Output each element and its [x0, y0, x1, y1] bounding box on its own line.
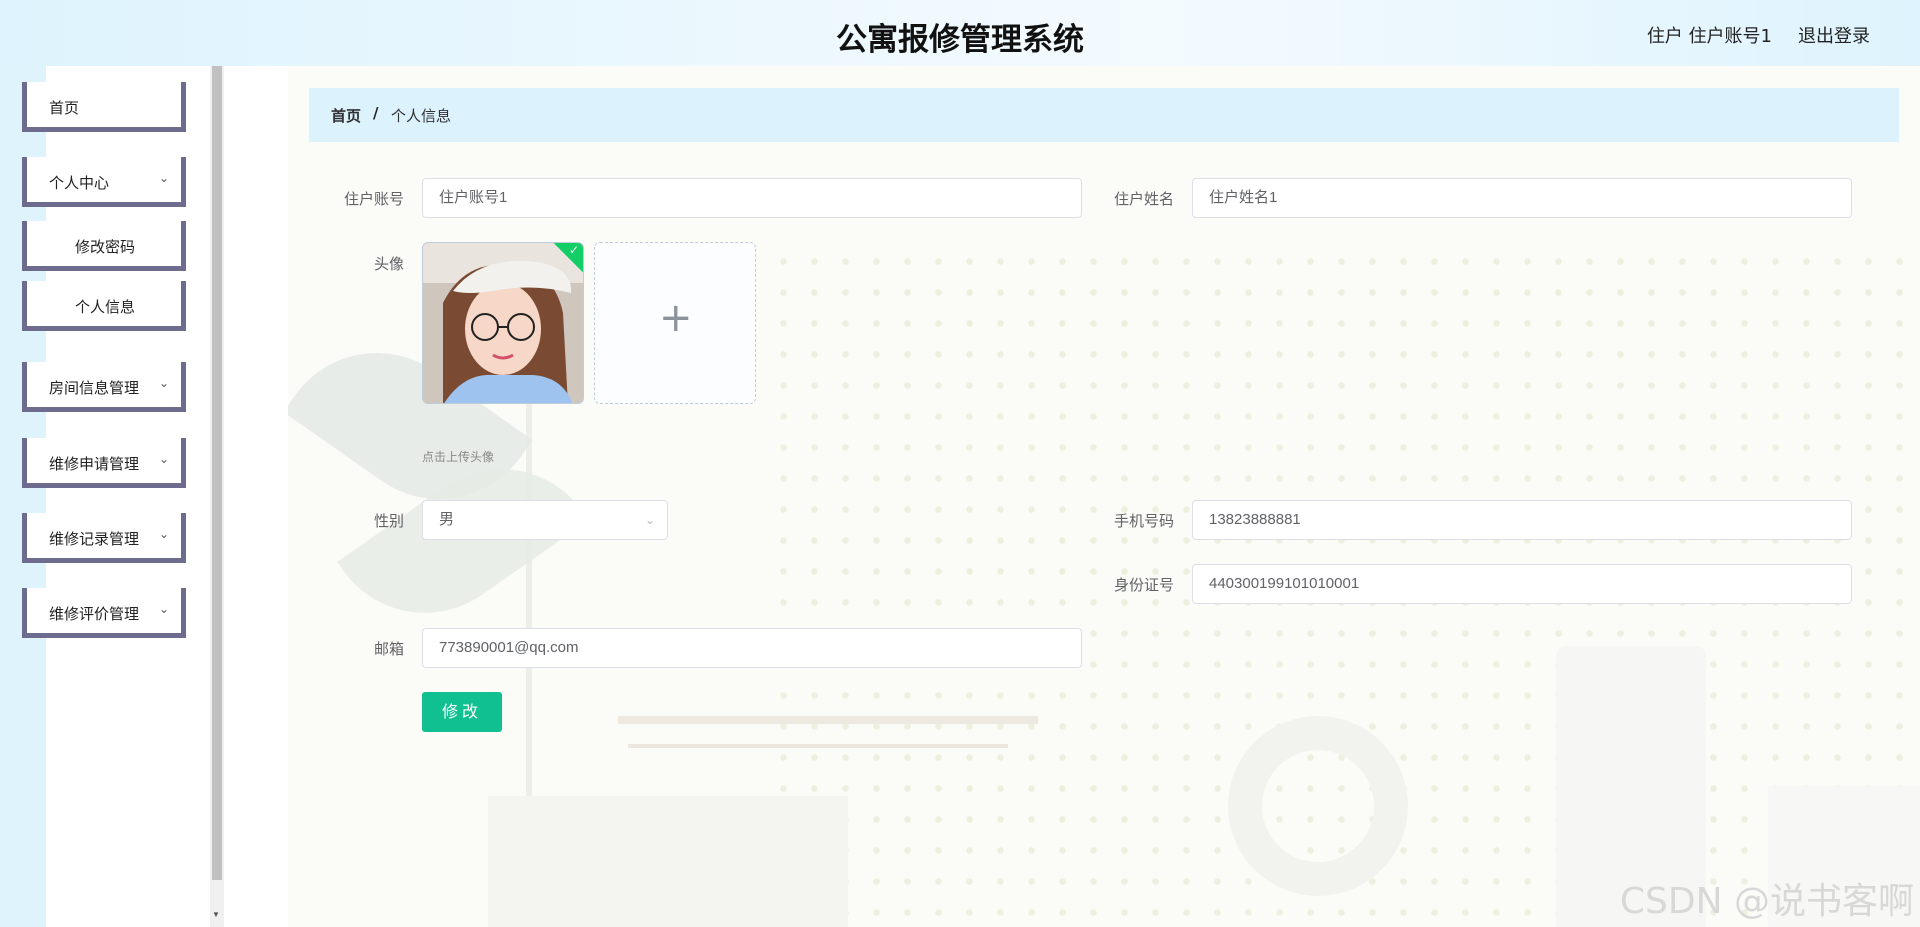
sidebar-item-repair-record-management[interactable]: 维修记录管理 ⌄: [22, 513, 186, 563]
sidebar-item-label: 维修评价管理: [49, 605, 140, 623]
submit-button[interactable]: 修改: [422, 692, 502, 732]
breadcrumb-home[interactable]: 首页: [331, 105, 361, 126]
sidebar-item-label: 维修申请管理: [49, 455, 140, 473]
background-table: [618, 716, 1038, 724]
background-block: [488, 796, 848, 927]
idcard-field[interactable]: 440300199101010001: [1192, 564, 1852, 604]
background-disk: [1228, 716, 1408, 896]
chevron-down-icon: ⌄: [644, 513, 655, 527]
chevron-down-icon: ⌄: [158, 602, 169, 616]
sidebar-item-label: 个人信息: [75, 298, 136, 316]
background-table: [628, 744, 1008, 748]
watermark: CSDN @说书客啊: [1619, 881, 1914, 922]
app-title: 公寓报修管理系统: [836, 22, 1084, 58]
sidebar-item-change-password[interactable]: 修改密码: [22, 221, 186, 271]
email-label: 邮箱: [373, 640, 404, 658]
top-header: 公寓报修管理系统 住户 住户账号1 退出登录: [0, 0, 1920, 66]
account-label: 住户账号: [343, 190, 404, 208]
sidebar-item-label: 首页: [49, 99, 80, 117]
sidebar-item-repair-request-management[interactable]: 维修申请管理 ⌄: [22, 438, 186, 488]
avatar-upload-tip: 点击上传头像: [422, 450, 495, 464]
email-field[interactable]: 773890001@qq.com: [422, 628, 1082, 668]
chevron-down-icon: ⌄: [158, 527, 169, 541]
chevron-down-icon: ⌄: [158, 171, 169, 185]
avatar-upload-button[interactable]: +: [594, 242, 756, 404]
sidebar-item-home[interactable]: 首页: [22, 82, 186, 132]
content-gutter: [224, 66, 288, 927]
avatar-photo: [423, 243, 583, 403]
sidebar-item-personal-info[interactable]: 个人信息: [22, 281, 186, 331]
sidebar-item-personal-center[interactable]: 个人中心 ⌄: [22, 157, 186, 207]
avatar-image[interactable]: ✓: [422, 242, 584, 404]
scroll-down-arrow-icon[interactable]: ▼: [212, 910, 220, 919]
sidebar-item-room-management[interactable]: 房间信息管理 ⌄: [22, 362, 186, 412]
gender-select-value: 男: [439, 511, 455, 528]
sidebar-item-label: 房间信息管理: [49, 379, 140, 397]
phone-label: 手机号码: [1113, 512, 1174, 530]
sidebar-item-repair-review-management[interactable]: 维修评价管理 ⌄: [22, 588, 186, 638]
sidebar-scrollbar-thumb[interactable]: [212, 66, 222, 880]
breadcrumb: 首页 / 个人信息: [309, 88, 1899, 142]
idcard-label: 身份证号: [1113, 576, 1174, 594]
gender-select[interactable]: 男 ⌄: [422, 500, 668, 540]
avatar-label: 头像: [373, 255, 404, 273]
breadcrumb-current: 个人信息: [391, 107, 452, 125]
gender-label: 性别: [373, 512, 404, 530]
main-content: 首页 / 个人信息 住户账号 住户账号1 住户姓名 住户姓名1 头像 ✓ + 点…: [288, 66, 1920, 927]
sidebar-item-label: 维修记录管理: [49, 530, 140, 548]
chevron-down-icon: ⌄: [158, 452, 169, 466]
name-field[interactable]: 住户姓名1: [1192, 178, 1852, 218]
sidebar-item-label: 修改密码: [75, 238, 136, 256]
check-icon: ✓: [568, 243, 579, 257]
current-user-label: 住户 住户账号1: [1646, 26, 1772, 47]
sidebar-item-label: 个人中心: [49, 174, 110, 192]
breadcrumb-separator: /: [373, 104, 379, 122]
plus-icon: +: [659, 295, 693, 341]
chevron-down-icon: ⌄: [158, 376, 169, 390]
account-field[interactable]: 住户账号1: [422, 178, 1082, 218]
phone-field[interactable]: 13823888881: [1192, 500, 1852, 540]
name-label: 住户姓名: [1113, 190, 1174, 208]
logout-link[interactable]: 退出登录: [1798, 22, 1870, 48]
